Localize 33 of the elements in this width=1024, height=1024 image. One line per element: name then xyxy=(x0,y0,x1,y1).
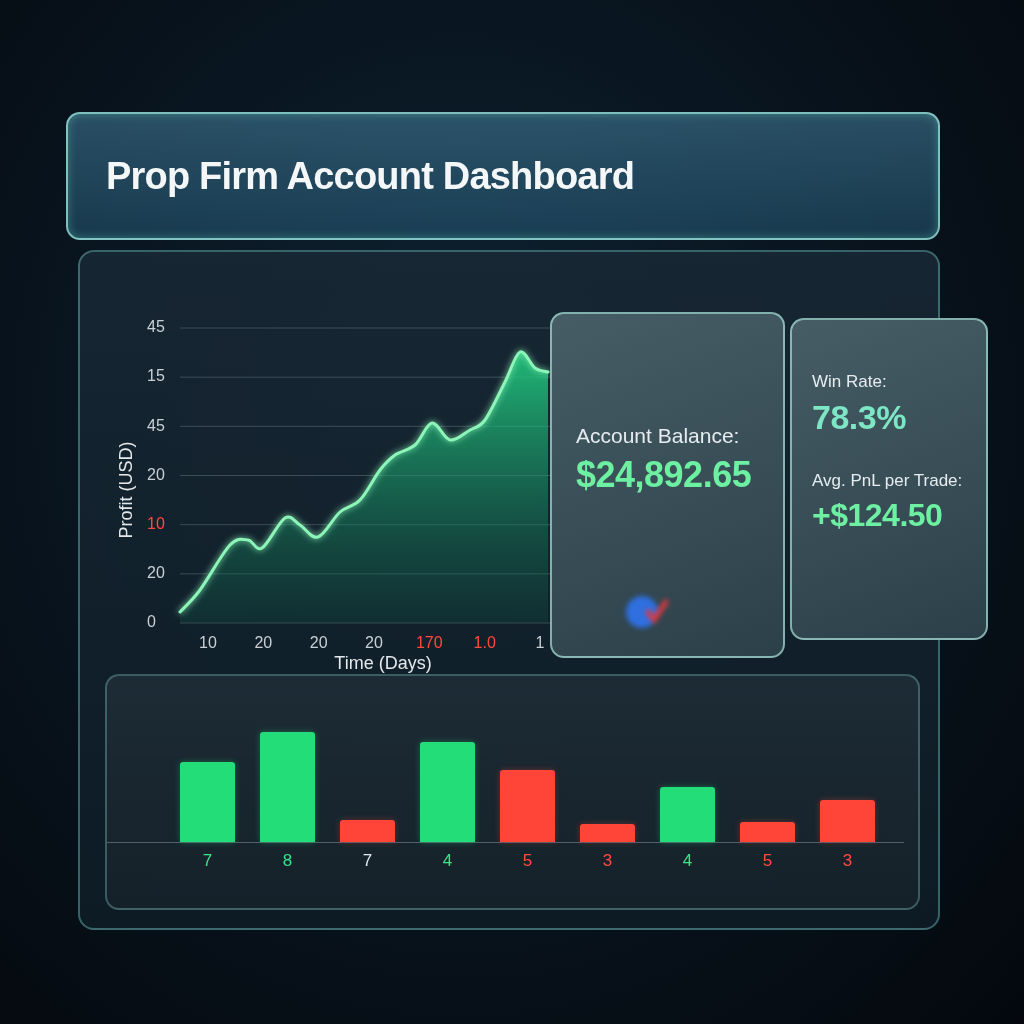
metric-value: $24,892.65 xyxy=(576,454,753,496)
x-tick-label: 10 xyxy=(199,634,217,652)
y-tick-label: 45 xyxy=(147,318,165,336)
x-tick-label: 20 xyxy=(254,634,273,652)
x-tick-label: 170 xyxy=(416,634,443,652)
bar-label: 4 xyxy=(441,851,454,871)
metric-value: +$124.50 xyxy=(812,497,944,534)
bar-label: 5 xyxy=(521,851,534,871)
x-tick-label: 1 xyxy=(535,634,545,652)
metric-value: 78.3% xyxy=(812,398,907,437)
bar-label: 4 xyxy=(681,851,694,871)
bar-label: 8 xyxy=(281,851,294,871)
x-tick-label: 1.0 xyxy=(473,634,496,652)
bar-label: 3 xyxy=(841,851,854,871)
bar-label: 3 xyxy=(601,851,614,871)
y-tick-label: 20 xyxy=(147,564,165,582)
y-tick-label: 15 xyxy=(147,367,165,385)
dashboard-title: Prop Firm Account Dashboard xyxy=(106,154,635,198)
metric-label: Avg. PnL per Trade: xyxy=(812,471,964,491)
y-tick-label: 20 xyxy=(147,465,165,483)
bar-label: 7 xyxy=(201,851,214,871)
metric-label: Account Balance: xyxy=(576,424,741,448)
y-tick-label: 0 xyxy=(147,613,156,631)
metric-label: Win Rate: xyxy=(812,372,888,392)
bar-label: 5 xyxy=(761,851,774,871)
x-axis-title: Time (Days) xyxy=(334,652,432,673)
x-tick-label: 20 xyxy=(309,634,328,652)
y-axis-title: Profit (USD) xyxy=(115,441,136,539)
blurred-logo-icon xyxy=(624,594,668,630)
bar-label: 7 xyxy=(361,851,374,871)
y-tick-label: 45 xyxy=(147,416,165,434)
y-tick-label: 10 xyxy=(147,514,165,532)
x-tick-label: 20 xyxy=(365,634,383,652)
